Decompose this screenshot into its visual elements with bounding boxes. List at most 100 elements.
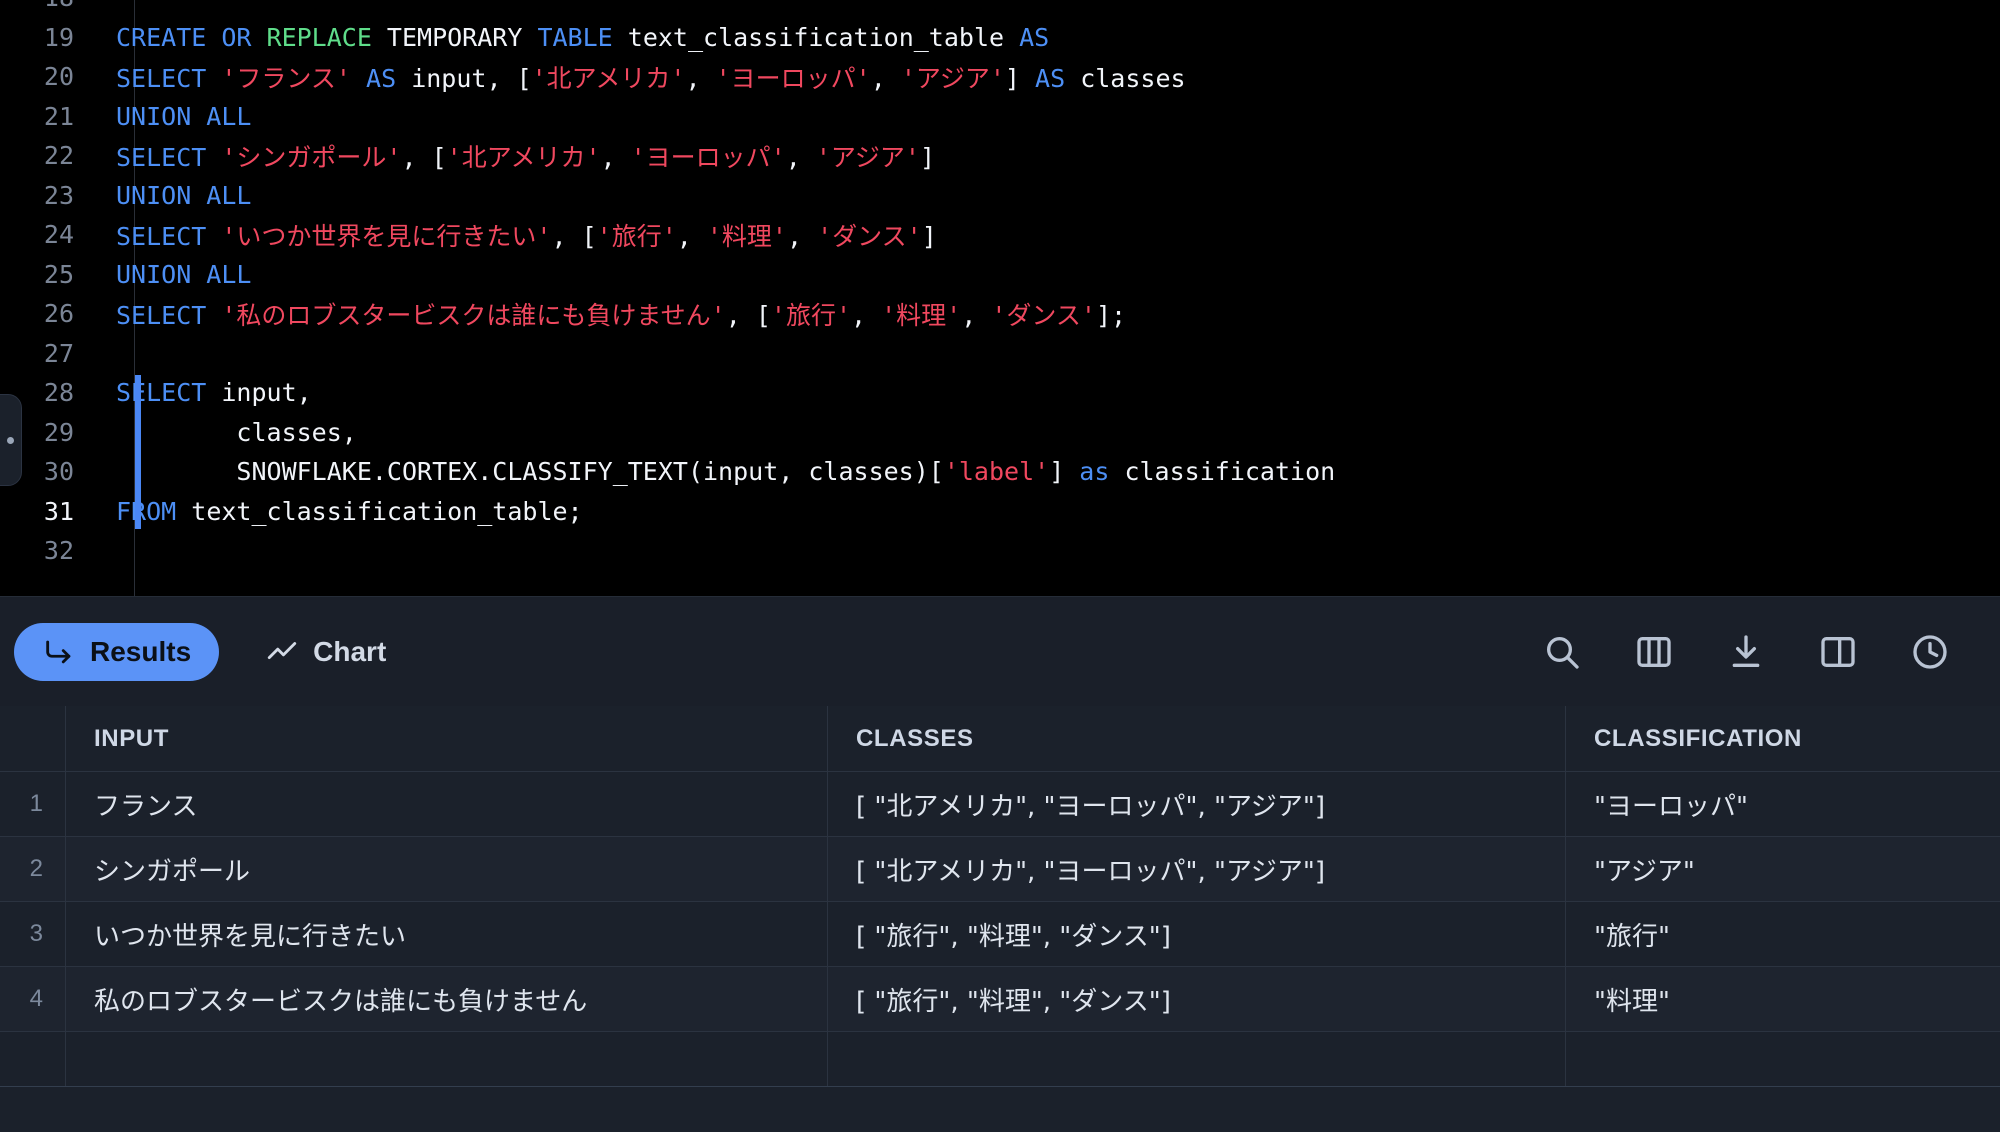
columns-icon-button[interactable]: [1632, 630, 1676, 674]
history-clock-icon-button[interactable]: [1908, 630, 1952, 674]
table-cell-empty: [1566, 1032, 2000, 1086]
code-line-text: SELECT 'いつか世界を見に行きたい', ['旅行', '料理', 'ダンス…: [92, 217, 937, 253]
cell-value: "料理": [1594, 986, 1670, 1017]
code-line-text: UNION ALL: [92, 102, 251, 131]
code-token: TABLE: [537, 22, 613, 52]
line-number: 19: [43, 22, 74, 52]
row-number-label: 2: [29, 855, 43, 882]
search-icon-button[interactable]: [1540, 630, 1584, 674]
code-line[interactable]: 27: [0, 334, 2000, 374]
code-token: , [: [551, 221, 597, 251]
row-number-label: 4: [29, 985, 43, 1012]
table-cell-classes[interactable]: [ "旅行", "料理", "ダンス"]: [828, 902, 1566, 966]
code-line[interactable]: 23 UNION ALL: [0, 176, 2000, 216]
code-line[interactable]: 19 CREATE OR REPLACE TEMPORARY TABLE text…: [0, 18, 2000, 58]
code-line[interactable]: 29 classes,: [0, 413, 2000, 453]
code-token: ,: [785, 142, 816, 172]
columns-icon: [1637, 636, 1671, 667]
code-token: '北アメリカ': [531, 63, 686, 93]
cell-value: "アジア": [1594, 856, 1695, 887]
line-number: 31: [43, 496, 74, 526]
code-line[interactable]: 24 SELECT 'いつか世界を見に行きたい', ['旅行', '料理', 'ダ…: [0, 215, 2000, 255]
code-token: 'いつか世界を見に行きたい': [221, 221, 552, 251]
code-line-partial: 18: [0, 0, 2000, 18]
table-row[interactable]: 3 いつか世界を見に行きたい [ "旅行", "料理", "ダンス"] "旅行": [0, 902, 2000, 967]
split-panel-icon-button[interactable]: [1816, 630, 1860, 674]
table-cell-classification[interactable]: "旅行": [1566, 902, 2000, 966]
column-header-classification[interactable]: CLASSIFICATION: [1566, 706, 2000, 771]
code-line[interactable]: 26 SELECT '私のロブスタービスクは誰にも負けません', ['旅行', '…: [0, 294, 2000, 334]
tab-results[interactable]: Results: [14, 622, 220, 681]
tab-chart[interactable]: Chart: [237, 623, 414, 681]
column-header-label: INPUT: [94, 724, 169, 752]
table-cell-classes[interactable]: [ "北アメリカ", "ヨーロッパ", "アジア"]: [828, 772, 1566, 836]
sql-editor-pane[interactable]: 18 19 CREATE OR REPLACE TEMPORARY TABLE te…: [0, 0, 2000, 596]
code-line[interactable]: 21 UNION ALL: [0, 97, 2000, 137]
cell-value: シンガポール: [94, 856, 251, 887]
download-icon-button[interactable]: [1724, 630, 1768, 674]
table-cell-input[interactable]: シンガポール: [66, 837, 828, 901]
column-header-classes[interactable]: CLASSES: [828, 706, 1566, 771]
code-line[interactable]: 25 UNION ALL: [0, 255, 2000, 295]
history-clock-icon: [1913, 634, 1947, 669]
code-line[interactable]: 28 SELECT input,: [0, 373, 2000, 413]
split-panel-icon: [1821, 636, 1855, 667]
table-row[interactable]: 4 私のロブスタービスクは誰にも負けません [ "旅行", "料理", "ダンス"]…: [0, 967, 2000, 1032]
code-line-text: SNOWFLAKE.CORTEX.CLASSIFY_TEXT(input, cl…: [92, 457, 1335, 486]
table-cell-classification[interactable]: "アジア": [1566, 837, 2000, 901]
line-number: 23: [43, 180, 74, 210]
code-token: input,: [206, 378, 312, 408]
code-token: ,: [961, 300, 992, 330]
code-token: ,: [786, 221, 818, 251]
row-number: 2: [0, 837, 66, 901]
row-number: 3: [0, 902, 66, 966]
table-row[interactable]: 2 シンガポール [ "北アメリカ", "ヨーロッパ", "アジア"] "アジア": [0, 837, 2000, 902]
results-grid[interactable]: INPUT CLASSES CLASSIFICATION 1 フランス [ "北アメリカ"…: [0, 706, 2000, 1086]
column-header-input[interactable]: INPUT: [66, 706, 828, 771]
code-token: text_classification_table: [612, 22, 1020, 52]
code-line[interactable]: 31 FROM text_classification_table;: [0, 492, 2000, 532]
cell-value: "旅行": [1594, 921, 1670, 952]
row-number: [0, 1032, 66, 1086]
table-header-row: INPUT CLASSES CLASSIFICATION: [0, 706, 2000, 772]
code-token: ]: [1004, 63, 1036, 93]
line-number: 32: [43, 536, 74, 566]
table-cell-empty: [66, 1032, 828, 1086]
cell-value: いつか世界を見に行きたい: [94, 921, 407, 952]
code-line[interactable]: 30 SNOWFLAKE.CORTEX.CLASSIFY_TEXT(input,…: [0, 452, 2000, 492]
code-token: UNION ALL: [116, 180, 252, 210]
code-line-text: UNION ALL: [92, 181, 251, 210]
table-cell-input[interactable]: フランス: [66, 772, 828, 836]
table-row[interactable]: 1 フランス [ "北アメリカ", "ヨーロッパ", "アジア"] "ヨーロッパ": [0, 772, 2000, 837]
table-cell-classes[interactable]: [ "北アメリカ", "ヨーロッパ", "アジア"]: [828, 837, 1566, 901]
row-number-label: 1: [29, 790, 43, 817]
code-token: ]: [919, 142, 935, 172]
code-token: ]: [1049, 457, 1080, 487]
code-token: ,: [676, 221, 707, 251]
code-line[interactable]: 20 SELECT 'フランス' AS input, ['北アメリカ', 'ヨーロ…: [0, 57, 2000, 97]
code-token: 'ヨーロッパ': [715, 63, 871, 93]
table-cell-input[interactable]: 私のロブスタービスクは誰にも負けません: [66, 967, 828, 1031]
code-token: classes: [1065, 63, 1186, 93]
code-token: '北アメリカ': [446, 142, 601, 172]
cell-value: [ "北アメリカ", "ヨーロッパ", "アジア"]: [856, 791, 1326, 822]
code-token: UNION ALL: [116, 259, 252, 289]
table-cell-classification[interactable]: "料理": [1566, 967, 2000, 1031]
code-line[interactable]: 32: [0, 531, 2000, 571]
row-number: 1: [0, 772, 66, 836]
left-panel-handle[interactable]: [0, 394, 22, 486]
table-cell-classes[interactable]: [ "旅行", "料理", "ダンス"]: [828, 967, 1566, 1031]
table-cell-input[interactable]: いつか世界を見に行きたい: [66, 902, 828, 966]
code-token: ,: [851, 300, 882, 330]
code-line[interactable]: 22 SELECT 'シンガポール', ['北アメリカ', 'ヨーロッパ', 'ア…: [0, 136, 2000, 176]
table-cell-classification[interactable]: "ヨーロッパ": [1566, 772, 2000, 836]
code-token: '旅行': [596, 221, 677, 251]
line-chart-icon: [267, 641, 297, 659]
code-token: AS: [366, 63, 397, 93]
cell-value: "ヨーロッパ": [1594, 791, 1748, 822]
code-line-text: CREATE OR REPLACE TEMPORARY TABLE text_c…: [92, 23, 1049, 52]
code-token: 'フランス': [221, 63, 351, 93]
code-token: , [: [401, 142, 447, 172]
